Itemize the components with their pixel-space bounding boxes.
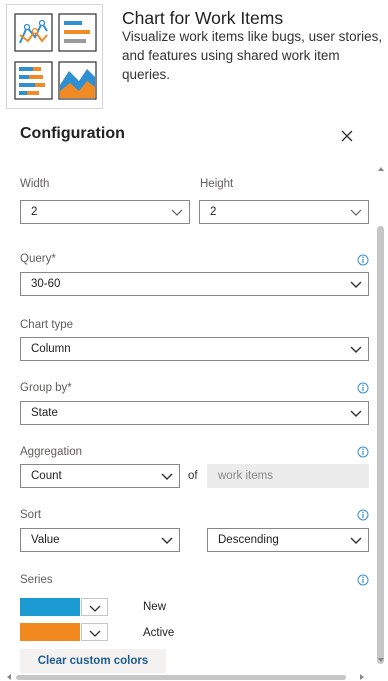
series-label: Series xyxy=(20,574,53,586)
close-button[interactable] xyxy=(338,127,356,145)
bar-chart-icon xyxy=(14,61,53,100)
info-icon[interactable] xyxy=(357,382,369,394)
area-chart-icon xyxy=(58,61,97,100)
group-by-dropdown[interactable]: State xyxy=(20,401,369,425)
series-name-active: Active xyxy=(143,627,175,639)
scroll-right-arrow-icon[interactable] xyxy=(358,673,366,681)
width-label: Width xyxy=(20,178,50,190)
width-dropdown[interactable]: 2 xyxy=(20,200,190,224)
chevron-down-icon xyxy=(350,537,362,544)
scroll-left-arrow-icon[interactable] xyxy=(5,673,13,681)
group-by-label: Group by* xyxy=(20,382,72,394)
sort-field-value: Value xyxy=(31,534,60,546)
sort-direction-dropdown[interactable]: Descending xyxy=(207,528,369,552)
widget-header: Chart for Work Items Visualize work item… xyxy=(0,0,388,115)
chevron-down-icon xyxy=(171,209,183,216)
chevron-down-icon xyxy=(161,473,173,480)
series-color-dropdown-new[interactable] xyxy=(81,598,108,616)
chevron-down-icon xyxy=(350,209,362,216)
chevron-down-icon xyxy=(89,630,101,637)
group-by-value: State xyxy=(31,407,58,419)
aggregation-value: Count xyxy=(31,470,62,482)
info-icon[interactable] xyxy=(357,574,369,586)
list-chart-icon xyxy=(58,13,97,52)
scroll-up-arrow-icon[interactable] xyxy=(377,165,385,173)
widget-thumbnail xyxy=(6,4,103,109)
chart-type-value: Column xyxy=(31,343,71,355)
configuration-title: Configuration xyxy=(20,125,125,142)
horizontal-scrollbar-thumb[interactable] xyxy=(16,675,346,680)
vertical-scrollbar-thumb[interactable] xyxy=(377,226,384,664)
scroll-down-arrow-icon[interactable] xyxy=(377,656,385,664)
height-value: 2 xyxy=(210,206,217,218)
aggregation-target-field: work items xyxy=(207,464,369,488)
info-icon[interactable] xyxy=(357,446,369,458)
chevron-down-icon xyxy=(350,346,362,353)
series-color-dropdown-active[interactable] xyxy=(81,623,108,641)
info-icon[interactable] xyxy=(357,509,369,521)
sort-label: Sort xyxy=(20,509,42,521)
height-label: Height xyxy=(200,178,234,190)
aggregation-of-label: of xyxy=(188,470,198,482)
aggregation-dropdown[interactable]: Count xyxy=(20,464,180,488)
query-value: 30-60 xyxy=(31,278,61,290)
height-dropdown[interactable]: 2 xyxy=(199,200,369,224)
query-label: Query* xyxy=(20,253,56,265)
widget-description: Visualize work items like bugs, user sto… xyxy=(122,29,383,82)
chevron-down-icon xyxy=(161,537,173,544)
series-name-new: New xyxy=(143,601,167,613)
series-color-swatch-active[interactable] xyxy=(20,623,80,641)
chart-type-label: Chart type xyxy=(20,319,74,331)
chevron-down-icon xyxy=(350,410,362,417)
close-icon xyxy=(341,130,353,142)
chevron-down-icon xyxy=(350,281,362,288)
chevron-down-icon xyxy=(89,605,101,612)
series-color-swatch-new[interactable] xyxy=(20,598,80,616)
aggregation-target-value: work items xyxy=(218,470,273,482)
query-dropdown[interactable]: 30-60 xyxy=(20,272,369,296)
sort-field-dropdown[interactable]: Value xyxy=(20,528,180,552)
clear-custom-colors-button[interactable]: Clear custom colors xyxy=(20,649,166,673)
width-value: 2 xyxy=(31,206,38,218)
sort-direction-value: Descending xyxy=(218,534,279,546)
aggregation-label: Aggregation xyxy=(20,446,83,458)
info-icon[interactable] xyxy=(357,254,369,266)
line-chart-icon xyxy=(14,13,53,52)
widget-title: Chart for Work Items xyxy=(122,8,284,28)
chart-type-dropdown[interactable]: Column xyxy=(20,337,369,361)
